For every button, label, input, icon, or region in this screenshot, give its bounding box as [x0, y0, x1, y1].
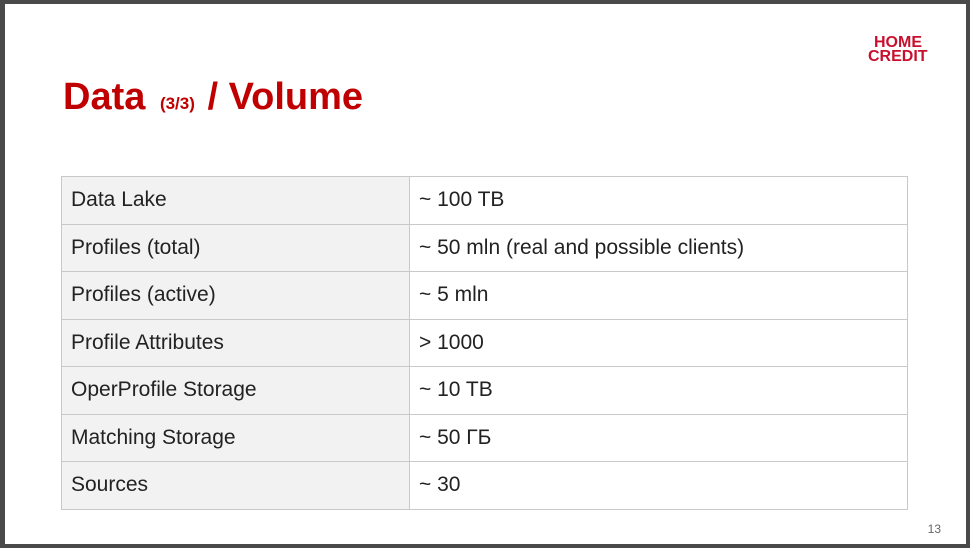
table-row: Sources ~ 30 — [61, 461, 908, 510]
row-value: ~ 50 mln (real and possible clients) — [409, 223, 908, 272]
row-value: ~ 5 mln — [409, 271, 908, 320]
table-row: Profiles (total) ~ 50 mln (real and poss… — [61, 223, 908, 272]
title-part-indicator: (3/3) — [159, 94, 195, 113]
volume-table: Data Lake ~ 100 TB Profiles (total) ~ 50… — [61, 176, 908, 510]
row-value: > 1000 — [409, 318, 908, 367]
slide: HOME CREDIT Data (3/3) / Volume Data Lak… — [5, 4, 966, 544]
row-key: Profiles (total) — [61, 223, 410, 272]
row-value: ~ 100 TB — [409, 176, 908, 225]
row-value: ~ 10 TB — [409, 366, 908, 415]
logo-line-2: CREDIT — [868, 48, 928, 65]
title-main: Data — [63, 76, 146, 118]
table-row: Profiles (active) ~ 5 mln — [61, 271, 908, 320]
table-row: Data Lake ~ 100 TB — [61, 176, 908, 225]
home-credit-logo: HOME CREDIT — [868, 35, 940, 65]
table-row: Matching Storage ~ 50 ГБ — [61, 413, 908, 462]
table-row: OperProfile Storage ~ 10 TB — [61, 366, 908, 415]
row-key: Data Lake — [61, 176, 410, 225]
row-value: ~ 50 ГБ — [409, 413, 908, 462]
row-value: ~ 30 — [409, 461, 908, 510]
slide-title: Data (3/3) / Volume — [63, 76, 363, 119]
table-row: Profile Attributes > 1000 — [61, 318, 908, 367]
row-key: Profile Attributes — [61, 318, 410, 367]
page-number: 13 — [927, 522, 941, 536]
row-key: Profiles (active) — [61, 271, 410, 320]
title-rest: / Volume — [207, 76, 364, 118]
row-key: Matching Storage — [61, 413, 410, 462]
row-key: Sources — [61, 461, 410, 510]
row-key: OperProfile Storage — [61, 366, 410, 415]
